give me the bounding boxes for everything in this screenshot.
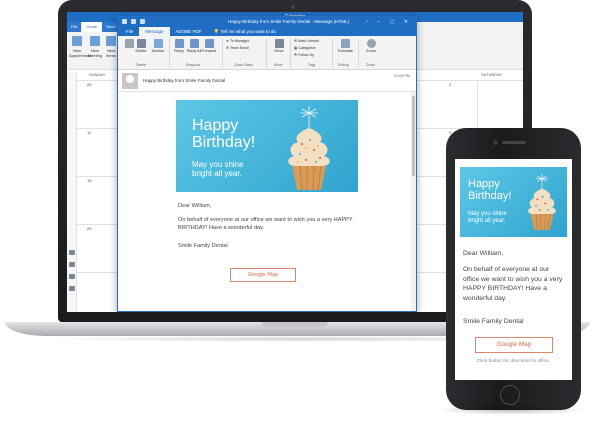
cupcake-icon: [288, 106, 330, 191]
tab-adobe-pdf[interactable]: ADOBE PDF: [170, 27, 208, 36]
phone-camera: [493, 140, 498, 145]
ribbon-group-label: Delete: [136, 63, 147, 67]
phone-frame: Happy Birthday! May you shine bright all…: [446, 128, 581, 410]
message-body: Happy Birthday! May you shine bright all…: [118, 92, 416, 311]
outlook-message-window: Happy Birthday from Smile Family Dental …: [117, 16, 417, 312]
quick-step-to-manager[interactable]: ➤ To Manager: [226, 39, 249, 43]
mail-nav-icon[interactable]: [69, 250, 75, 255]
tab-message[interactable]: Message: [139, 27, 170, 36]
save-icon[interactable]: [122, 19, 127, 24]
reply-icon: [174, 39, 184, 48]
phone-birthday-banner: Happy Birthday! May you shine bright all…: [460, 167, 567, 237]
day-header-sunday: SUNDAY: [89, 72, 106, 77]
appointment-icon: [72, 36, 82, 46]
phone-greeting-text: Dear William,: [463, 250, 504, 257]
archive-icon: [153, 39, 163, 48]
date-cell[interactable]: 25: [87, 226, 91, 231]
calendar-tab-file[interactable]: File: [67, 22, 82, 32]
meeting-icon: [90, 36, 100, 46]
home-button[interactable]: [500, 385, 520, 405]
signature-text: Smile Family Dental: [178, 243, 228, 249]
delete-icon: [136, 39, 146, 48]
phone-screen: Happy Birthday! May you shine bright all…: [455, 159, 572, 380]
new-appointment-button[interactable]: New Appointment: [69, 36, 91, 58]
phone-button-note: Click button for directions to office.: [476, 359, 551, 364]
phone-google-map-button[interactable]: Google Map: [475, 337, 553, 353]
avatar: [122, 73, 138, 89]
forward-button[interactable]: Forward: [200, 39, 218, 53]
new-items-icon: [106, 36, 116, 46]
quick-step-team-email[interactable]: ✉ Team Email: [226, 46, 249, 50]
people-nav-icon[interactable]: [69, 274, 75, 279]
message-window-title: Happy Birthday from Smile Family Dental …: [228, 19, 350, 24]
message-scrollbar[interactable]: [411, 92, 416, 311]
banner-subline: May you shine bright all year.: [192, 160, 244, 179]
phone-banner-subline: May you shine bright all year.: [468, 211, 507, 224]
date-cell[interactable]: 2: [449, 82, 451, 87]
new-items-button[interactable]: New Items: [105, 36, 117, 58]
birthday-banner: Happy Birthday! May you shine bright all…: [176, 100, 358, 192]
phone-signature-text: Smile Family Dental: [463, 318, 524, 325]
phone-cupcake-icon: [528, 174, 556, 231]
phone-banner-headline: Happy Birthday!: [468, 178, 512, 202]
banner-headline: Happy Birthday!: [192, 117, 256, 151]
zoom-button[interactable]: Zoom: [362, 39, 380, 53]
ribbon-group-label: Zoom: [366, 63, 375, 67]
translate-button[interactable]: Translate: [336, 39, 354, 53]
tab-file[interactable]: File: [120, 27, 139, 36]
zoom-icon: [366, 39, 376, 48]
undo-icon[interactable]: [131, 19, 136, 24]
greeting-text: Dear William,: [178, 203, 212, 209]
follow-up-button[interactable]: ⚑ Follow Up: [294, 53, 314, 57]
phone-speaker: [502, 141, 526, 144]
ribbon-group-label: Move: [274, 63, 283, 67]
delete-button[interactable]: Delete: [132, 39, 150, 53]
reply-all-icon: [189, 39, 199, 48]
mark-unread-button[interactable]: ✉ Mark Unread: [294, 39, 319, 43]
date-cell[interactable]: 18: [87, 178, 91, 183]
date-cell[interactable]: 11: [87, 130, 91, 135]
message-time: 12:09 PM: [393, 74, 410, 78]
body-text: On behalf of everyone at our office we w…: [178, 217, 353, 232]
laptop-camera: [291, 5, 295, 9]
date-cell[interactable]: 28: [87, 82, 91, 87]
ribbon-group-label: Respond: [186, 63, 201, 67]
calendar-nav-rail: [67, 72, 77, 312]
message-ribbon: Delete Archive Reply Reply All Forward ➤…: [118, 36, 416, 70]
archive-button[interactable]: Archive: [149, 39, 167, 53]
google-map-button[interactable]: Google Map: [230, 268, 296, 282]
calendar-tab-home[interactable]: Home: [82, 22, 102, 32]
message-titlebar: Happy Birthday from Smile Family Dental …: [118, 17, 416, 27]
laptop-notch: [262, 322, 328, 327]
move-button[interactable]: Move: [270, 39, 288, 53]
ribbon-group-label: Tags: [308, 63, 316, 67]
phone-body-text: On behalf of everyone at our office we w…: [463, 266, 563, 302]
calendar-tabs: File Home Send: [67, 22, 120, 32]
tasks-nav-icon[interactable]: [69, 286, 75, 291]
categorize-button[interactable]: ▦ Categorize: [294, 46, 316, 50]
translate-icon: [340, 39, 350, 48]
ribbon-tabs: File Message ADOBE PDF 💡 Tell me what yo…: [118, 27, 416, 36]
message-header: Happy Birthday from Smile Family Dental …: [118, 70, 416, 92]
window-controls[interactable]: ▫ − ▢ ✕: [366, 17, 412, 27]
forward-icon: [204, 39, 214, 48]
message-subject: Happy Birthday from Smile Family Dental: [143, 78, 226, 83]
tell-me-box[interactable]: 💡 Tell me what you want to do: [214, 27, 276, 36]
move-icon: [274, 39, 284, 48]
ribbon-group-label: Editing: [338, 63, 349, 67]
calendar-nav-icon[interactable]: [69, 262, 75, 267]
new-meeting-button[interactable]: New Meeting: [87, 36, 103, 58]
quick-access-toolbar: [122, 19, 145, 24]
redo-icon[interactable]: [140, 19, 145, 24]
day-header-saturday: SATURDAY: [481, 72, 503, 77]
ribbon-group-label: Quick Steps: [234, 63, 253, 67]
